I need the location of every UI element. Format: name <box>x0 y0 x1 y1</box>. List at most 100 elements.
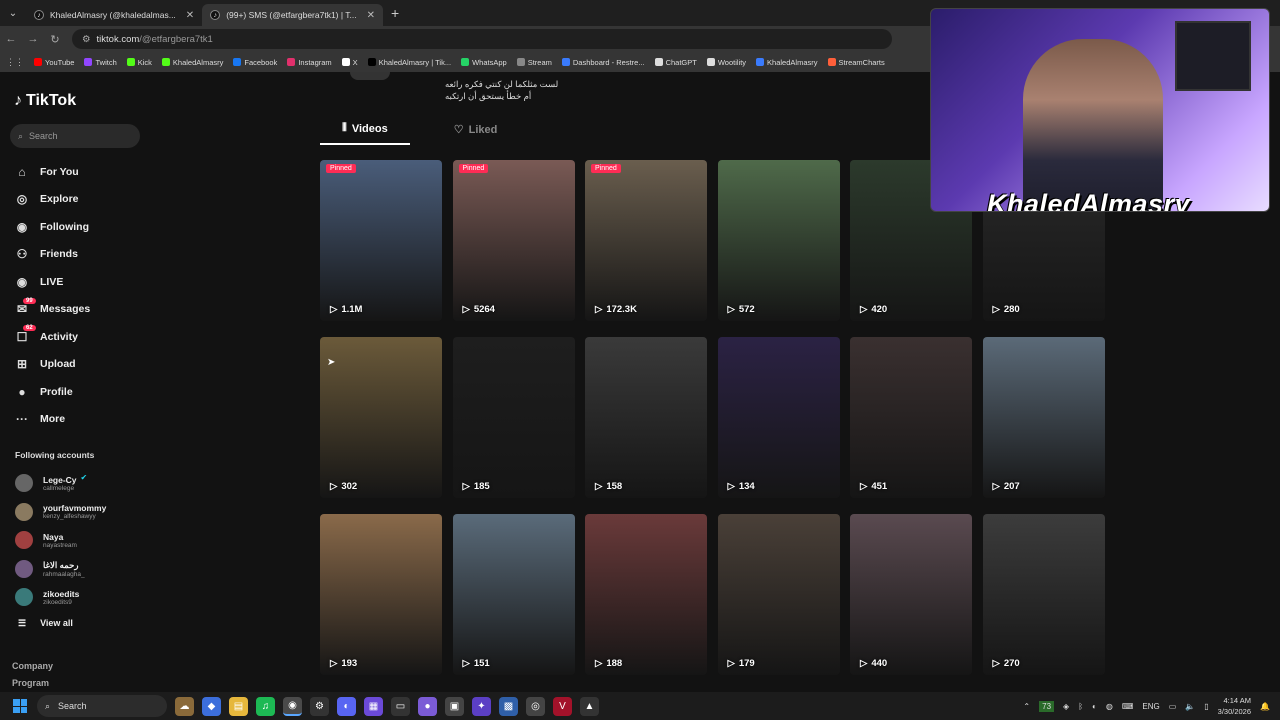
video-thumbnail[interactable]: ▷ 158 <box>585 337 707 498</box>
browser-tab-active[interactable]: ♪ (99+) SMS (@etfargbera7tk1) | T... ✕ <box>202 4 384 26</box>
volume-icon[interactable]: 🔈 <box>1185 702 1195 711</box>
nav-item-following[interactable]: ◉ Following <box>14 213 90 241</box>
reload-icon[interactable]: ↻ <box>44 33 66 46</box>
browser-tab[interactable]: ♪ KhaledAlmasry (@khaledalmas... ✕ <box>26 4 202 26</box>
bookmark-item[interactable]: Dashboard - Restre... <box>561 58 645 67</box>
site-info-icon[interactable]: ⚙ <box>82 34 91 45</box>
tab-videos[interactable]: ⦀ Videos <box>320 122 410 145</box>
widget-icon[interactable]: ☁ <box>175 696 194 716</box>
search-placeholder: Search <box>29 131 58 141</box>
back-icon[interactable]: ← <box>0 33 22 45</box>
webcam-name: KhaledAlmasry <box>987 189 1191 212</box>
video-thumbnail[interactable]: ▷ 207 <box>982 337 1105 498</box>
video-thumbnail[interactable]: ▷ 151 <box>452 514 575 675</box>
nav-item-messages[interactable]: ✉ 99 Messages <box>14 296 90 324</box>
following-account[interactable]: zikoedits zikoedits9 <box>15 583 106 612</box>
copilot-icon[interactable]: ◆ <box>202 696 221 716</box>
discord-tray-icon[interactable]: ◐ <box>1092 702 1097 711</box>
video-thumbnail[interactable]: ▷ 188 <box>585 514 707 675</box>
nav-item-more[interactable]: ··· More <box>14 406 90 434</box>
tray-app-icon[interactable]: ◈ <box>1063 702 1069 711</box>
windows-start-icon[interactable] <box>13 699 27 713</box>
terminal-icon[interactable]: ▭ <box>391 696 410 716</box>
obs-icon[interactable]: ● <box>418 696 437 716</box>
video-thumbnail[interactable]: ▷ 302 <box>320 337 442 498</box>
app-icon[interactable]: ▲ <box>580 696 599 716</box>
footer-link-company[interactable]: Company <box>12 658 53 675</box>
view-all-button[interactable]: ☰ View all <box>18 618 73 629</box>
video-thumbnail[interactable]: ▷ 179 <box>717 514 840 675</box>
video-thumbnail[interactable]: ▷ 134 <box>717 337 840 498</box>
bookmark-item[interactable]: Kick <box>126 58 152 67</box>
settings-icon[interactable]: ⚙ <box>310 696 329 716</box>
video-thumbnail[interactable]: ▷ 572 <box>717 160 840 321</box>
bluetooth-icon[interactable]: ᛒ <box>1078 702 1083 711</box>
battery-icon[interactable]: ▯ <box>1204 702 1208 711</box>
nav-item-for-you[interactable]: ⌂ For You <box>14 158 90 186</box>
following-account[interactable]: رحمه الاغا rahmaalagha_ <box>15 555 106 584</box>
video-thumbnail[interactable]: ▷ 451 <box>850 337 972 498</box>
nav-item-profile[interactable]: ● Profile <box>14 378 90 406</box>
video-thumbnail[interactable]: Pinned ▷ 5264 <box>452 160 575 321</box>
tab-list-icon[interactable]: ⌄ <box>0 0 26 26</box>
taskbar-apps: ☁ ◆ ▤ ♫ ◉ ⚙ ◐ ▦ ▭ ● ▣ ✦ ▩ ◎ V ▲ <box>175 696 599 716</box>
bookmark-item[interactable]: YouTube <box>34 58 74 67</box>
taskbar-search[interactable]: ⌕ Search <box>37 695 167 717</box>
footer-link-program[interactable]: Program <box>12 675 53 692</box>
notifications-icon[interactable]: 🔔 <box>1260 702 1270 711</box>
bookmark-item[interactable]: StreamCharts <box>827 58 885 67</box>
following-account[interactable]: Naya nayastream <box>15 526 106 555</box>
app-icon[interactable]: ◎ <box>526 696 545 716</box>
close-tab-icon[interactable]: ✕ <box>367 10 375 21</box>
bookmark-item[interactable]: KhaledAlmasry | Tik... <box>367 58 451 67</box>
bookmark-item[interactable]: Stream <box>516 58 552 67</box>
video-thumbnail[interactable]: ▷ 193 <box>320 514 442 675</box>
nav-item-explore[interactable]: ◎ Explore <box>14 186 90 214</box>
discord-icon[interactable]: ◐ <box>337 696 356 716</box>
game-controller-icon[interactable]: ✦ <box>472 696 491 716</box>
bookmark-item[interactable]: ChatGPT <box>654 58 697 67</box>
app-icon[interactable]: ▩ <box>499 696 518 716</box>
bookmark-item[interactable]: Wootility <box>706 58 746 67</box>
video-thumbnail[interactable]: ▷ 185 <box>452 337 575 498</box>
bookmark-item[interactable]: WhatsApp <box>461 58 507 67</box>
taskbar-clock[interactable]: 4:14 AM 3/30/2026 <box>1218 695 1251 717</box>
bookmark-item[interactable]: Instagram <box>287 58 332 67</box>
video-thumbnail[interactable]: Pinned ▷ 172.3K <box>585 160 707 321</box>
keyboard-icon[interactable]: ⌨ <box>1122 702 1134 711</box>
tab-liked[interactable]: ♡ Liked <box>432 122 520 145</box>
app-grid-icon[interactable]: ▦ <box>364 696 383 716</box>
bookmark-item[interactable]: KhaledAlmasry <box>756 58 818 67</box>
spotify-icon[interactable]: ♫ <box>256 696 275 716</box>
network-icon[interactable]: ▭ <box>1169 702 1177 711</box>
steam-tray-icon[interactable]: ◍ <box>1106 702 1113 711</box>
chevron-up-icon[interactable]: ⌃ <box>1023 702 1030 711</box>
chrome-icon[interactable]: ◉ <box>283 696 302 716</box>
following-account[interactable]: Lege-Cy callmelege ✔ <box>15 469 106 498</box>
tiktok-logo[interactable]: ♪ TikTok <box>14 92 76 110</box>
video-thumbnail[interactable]: Pinned ▷ 1.1M <box>320 160 442 321</box>
store-icon[interactable]: ▣ <box>445 696 464 716</box>
file-explorer-icon[interactable]: ▤ <box>229 696 248 716</box>
nav-item-live[interactable]: ◉ LIVE <box>14 268 90 296</box>
url-input[interactable]: ⚙ tiktok.com/@etfargbera7tk1 <box>72 29 892 49</box>
following-account[interactable]: yourfavmommy kenzy_alfeshawyy <box>15 498 106 527</box>
forward-icon[interactable]: → <box>22 33 44 45</box>
video-thumbnail[interactable]: ▷ 270 <box>982 514 1105 675</box>
bookmark-item[interactable]: Twitch <box>84 58 117 67</box>
bookmark-item[interactable]: X <box>341 58 358 67</box>
new-tab-icon[interactable]: + <box>391 5 399 21</box>
nav-item-upload[interactable]: ⊞ Upload <box>14 351 90 379</box>
nav-item-friends[interactable]: ⚇ Friends <box>14 241 90 269</box>
bookmark-item[interactable]: KhaledAlmasry <box>161 58 223 67</box>
temperature-badge[interactable]: 73 <box>1039 700 1055 712</box>
close-tab-icon[interactable]: ✕ <box>186 10 194 21</box>
video-thumbnail[interactable]: ▷ 440 <box>850 514 972 675</box>
bookmark-item[interactable]: Facebook <box>233 58 277 67</box>
play-icon: ▷ <box>727 658 735 669</box>
nav-item-activity[interactable]: ☐ 62 Activity <box>14 323 90 351</box>
apps-grid-icon[interactable]: ⋮⋮ <box>6 57 24 68</box>
search-input[interactable]: ⌕ Search <box>10 124 140 148</box>
valorant-icon[interactable]: V <box>553 696 572 716</box>
language-indicator[interactable]: ENG <box>1142 702 1159 711</box>
